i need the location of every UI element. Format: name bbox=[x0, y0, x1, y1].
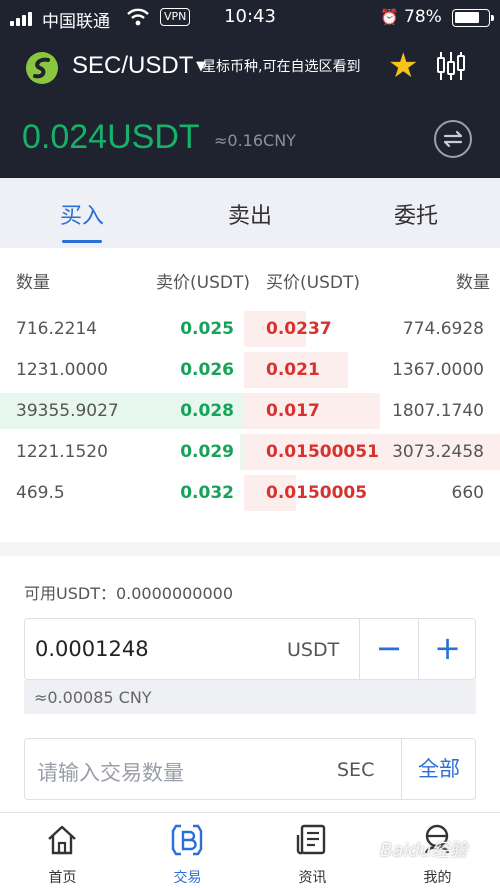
favorite-tooltip: 星标币种,可在自选区看到 bbox=[202, 59, 361, 75]
nav-home[interactable]: 首页 bbox=[0, 813, 125, 888]
watermark: Baidu经验 bbox=[380, 840, 468, 861]
price-input[interactable]: 0.0001248 USDT − + bbox=[24, 618, 476, 680]
price-value[interactable]: 0.0001248 bbox=[35, 637, 149, 661]
nav-news[interactable]: 资讯 bbox=[250, 813, 375, 888]
news-icon bbox=[296, 824, 326, 855]
trade-icon bbox=[171, 824, 203, 856]
order-book-row[interactable]: 1231.0000 0.026 0.021 1367.0000 bbox=[0, 350, 500, 390]
increase-price-button[interactable]: + bbox=[418, 619, 476, 679]
order-book: 数量 卖价(USDT) 买价(USDT) 数量 716.2214 0.025 0… bbox=[0, 248, 500, 542]
ask-price[interactable]: 0.025 bbox=[180, 319, 234, 339]
cny-estimate: ≈0.00085 CNY bbox=[24, 680, 476, 714]
nav-news-label: 资讯 bbox=[298, 870, 327, 886]
bid-price[interactable]: 0.0237 bbox=[266, 319, 332, 339]
nav-trade[interactable]: 交易 bbox=[125, 813, 250, 888]
right-qty: 3073.2458 bbox=[392, 442, 484, 462]
left-qty: 1221.1520 bbox=[16, 442, 108, 462]
left-qty: 469.5 bbox=[16, 483, 65, 503]
order-book-row[interactable]: 39355.9027 0.028 0.017 1807.1740 bbox=[0, 391, 500, 431]
bid-price[interactable]: 0.0150005 bbox=[266, 483, 367, 503]
alarm-icon: ⏰ bbox=[380, 8, 399, 26]
left-qty: 1231.0000 bbox=[16, 360, 108, 380]
last-price: 0.024USDT bbox=[22, 118, 200, 156]
header-ask-price: 卖价(USDT) bbox=[156, 273, 250, 293]
cny-price: ≈0.16CNY bbox=[214, 131, 296, 150]
ask-price[interactable]: 0.029 bbox=[180, 442, 234, 462]
available-balance: 可用USDT：0.0000000000 bbox=[24, 584, 234, 603]
quantity-input[interactable]: 请输入交易数量 SEC 全部 bbox=[24, 738, 476, 800]
battery-percent: 78% bbox=[404, 7, 442, 27]
status-bar: 中国联通 VPN 10:43 ⏰ 78% bbox=[0, 0, 500, 36]
order-book-row[interactable]: 716.2214 0.025 0.0237 774.6928 bbox=[0, 309, 500, 349]
sec-coin-logo-icon bbox=[26, 52, 58, 84]
nav-profile-label: 我的 bbox=[423, 870, 452, 886]
tab-sell[interactable]: 卖出 bbox=[200, 198, 300, 230]
right-qty: 1367.0000 bbox=[392, 360, 484, 380]
left-qty: 716.2214 bbox=[16, 319, 98, 339]
nav-home-label: 首页 bbox=[48, 870, 77, 886]
quantity-placeholder[interactable]: 请输入交易数量 bbox=[37, 757, 184, 787]
home-icon bbox=[48, 825, 76, 855]
ask-price[interactable]: 0.026 bbox=[180, 360, 234, 380]
market-header: SEC/USDT ▼ 星标币种,可在自选区看到 ★ 0.024USDT ≈0.1… bbox=[0, 36, 500, 178]
header-bid-price: 买价(USDT) bbox=[266, 273, 360, 293]
right-qty: 1807.1740 bbox=[392, 401, 484, 421]
star-icon[interactable]: ★ bbox=[388, 48, 418, 84]
bid-price[interactable]: 0.01500051 bbox=[266, 442, 379, 462]
candlestick-chart-icon[interactable] bbox=[436, 50, 466, 82]
header-right-qty: 数量 bbox=[456, 273, 490, 293]
right-qty: 660 bbox=[451, 483, 484, 503]
order-book-row[interactable]: 469.5 0.032 0.0150005 660 bbox=[0, 473, 500, 513]
left-qty: 39355.9027 bbox=[16, 401, 119, 421]
right-qty: 774.6928 bbox=[402, 319, 484, 339]
trade-tabs: 买入 卖出 委托 bbox=[0, 178, 500, 248]
battery-icon bbox=[452, 9, 494, 27]
buy-form: 可用USDT：0.0000000000 0.0001248 USDT − + ≈… bbox=[0, 556, 500, 812]
price-unit: USDT bbox=[287, 639, 340, 661]
order-book-row[interactable]: 1221.1520 0.029 0.01500051 3073.2458 bbox=[0, 432, 500, 472]
pair-selector[interactable]: SEC/USDT bbox=[72, 52, 193, 80]
tab-buy[interactable]: 买入 bbox=[32, 198, 132, 230]
bid-price[interactable]: 0.017 bbox=[266, 401, 320, 421]
decrease-price-button[interactable]: − bbox=[359, 619, 418, 679]
nav-trade-label: 交易 bbox=[173, 870, 202, 886]
all-button[interactable]: 全部 bbox=[401, 739, 476, 799]
header-left-qty: 数量 bbox=[16, 273, 50, 293]
bid-price[interactable]: 0.021 bbox=[266, 360, 320, 380]
active-tab-indicator bbox=[62, 240, 102, 243]
ask-price[interactable]: 0.032 bbox=[180, 483, 234, 503]
tab-orders[interactable]: 委托 bbox=[366, 198, 466, 230]
ask-price[interactable]: 0.028 bbox=[180, 401, 234, 421]
swap-icon[interactable] bbox=[434, 120, 472, 158]
quantity-unit: SEC bbox=[337, 759, 375, 781]
